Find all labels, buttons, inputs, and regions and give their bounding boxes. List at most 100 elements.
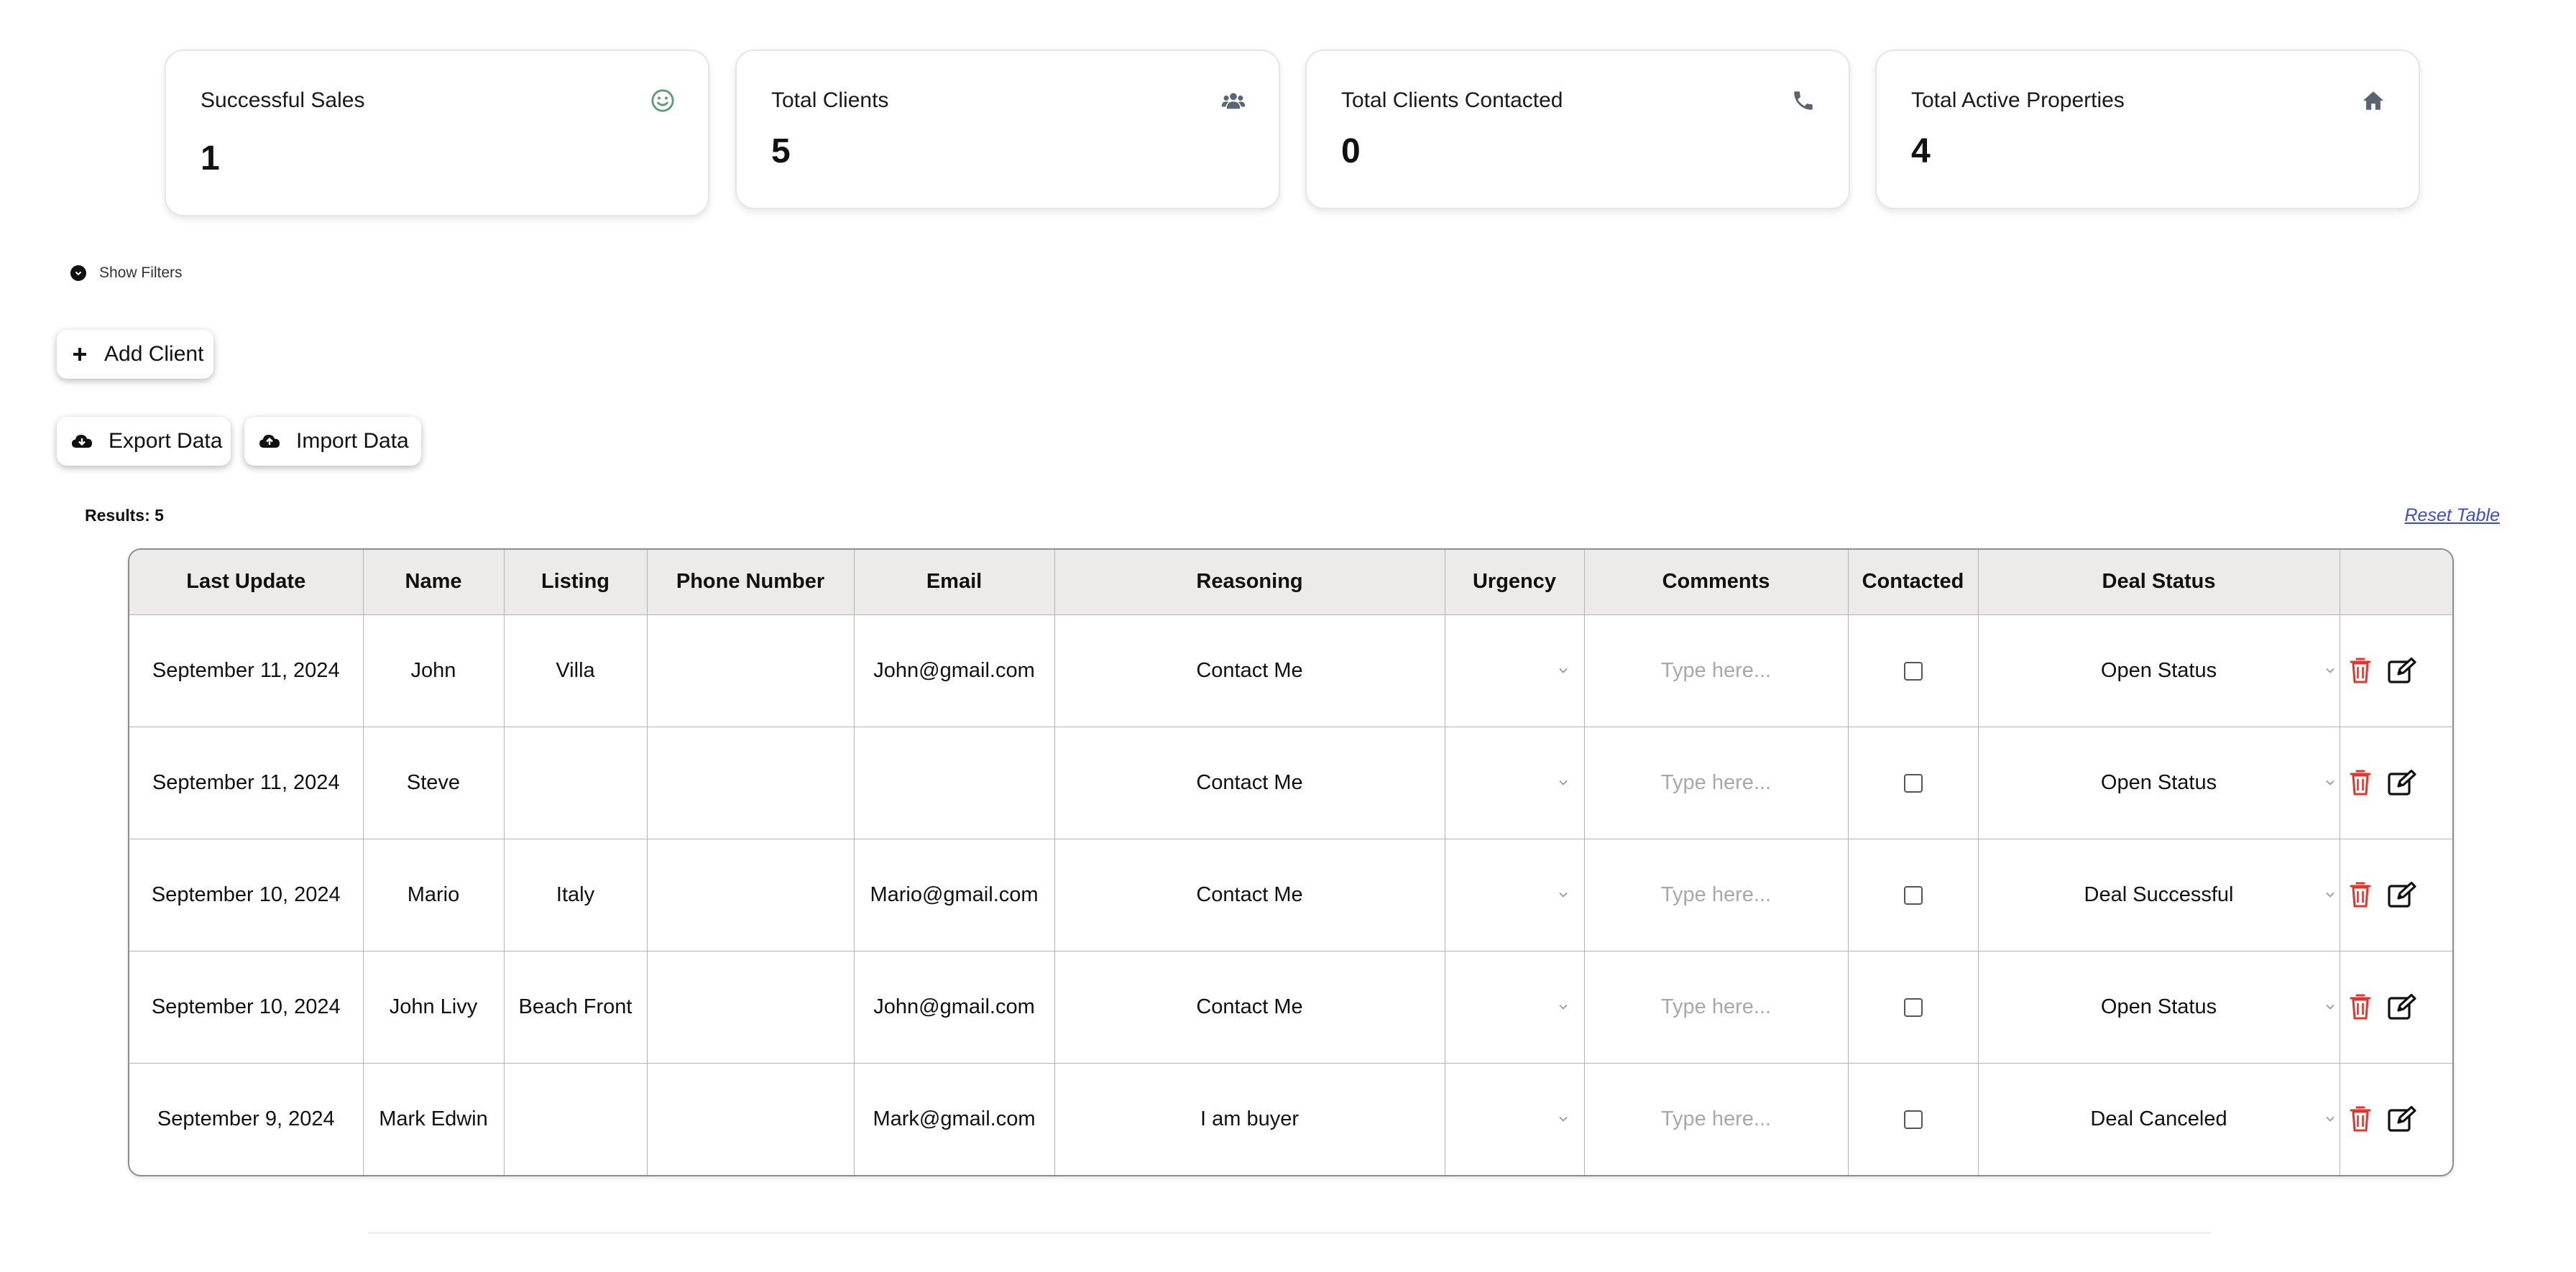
column-header[interactable]: Name xyxy=(362,550,505,615)
table-row: September 9, 2024 Mark Edwin Mark@gmail.… xyxy=(129,1062,2452,1175)
reset-table-link[interactable]: Reset Table xyxy=(2405,505,2501,526)
cell-email: John@gmail.com xyxy=(853,614,1055,727)
cell-email: John@gmail.com xyxy=(853,950,1055,1064)
comments-input[interactable]: Type here... xyxy=(1583,614,1849,727)
edit-icon[interactable] xyxy=(2387,658,2416,683)
comments-input[interactable]: Type here... xyxy=(1583,1062,1849,1175)
contacted-checkbox[interactable] xyxy=(1903,885,1923,905)
cell-actions xyxy=(2339,614,2452,727)
cell-actions xyxy=(2339,1062,2452,1175)
column-header[interactable]: Listing xyxy=(503,550,648,615)
cell-phone xyxy=(646,726,855,839)
chevron-down-icon xyxy=(2325,780,2334,785)
column-header[interactable]: Phone Number xyxy=(646,550,855,615)
cell-reasoning: I am buyer xyxy=(1054,1062,1445,1175)
cell-reasoning: Contact Me xyxy=(1054,726,1445,839)
table-header-row: Last Update Name Listing Phone Number Em… xyxy=(129,550,2452,615)
cell-name: John xyxy=(362,614,505,727)
stat-label: Total Active Properties xyxy=(1911,88,2125,112)
home-icon xyxy=(2363,91,2384,110)
client-dashboard: Successful Sales 1 Total Clients 5 Total… xyxy=(0,0,2576,1272)
urgency-select[interactable] xyxy=(1444,726,1585,839)
stat-label: Total Clients Contacted xyxy=(1341,88,1563,112)
cell-name: Mark Edwin xyxy=(362,1062,505,1175)
import-data-button[interactable]: Import Data xyxy=(244,417,421,466)
column-header[interactable]: Reasoning xyxy=(1054,550,1445,615)
stat-value: 4 xyxy=(1911,132,1931,170)
column-header[interactable]: Deal Status xyxy=(1977,550,2340,615)
table-row: September 10, 2024 Mario Italy Mario@gma… xyxy=(129,838,2452,951)
cell-email xyxy=(853,726,1055,839)
column-header[interactable]: Last Update xyxy=(129,550,364,615)
table-row: September 11, 2024 John Villa John@gmail… xyxy=(129,614,2452,727)
deal-status-select[interactable]: Open Status xyxy=(1977,614,2340,727)
cell-name: John Livy xyxy=(362,950,505,1064)
table-row: September 10, 2024 John Livy Beach Front… xyxy=(129,950,2452,1064)
trash-icon[interactable] xyxy=(2349,993,2372,1020)
contacted-checkbox[interactable] xyxy=(1903,997,1923,1017)
stat-card-clients-contacted: Total Clients Contacted 0 xyxy=(1305,50,1850,209)
urgency-select[interactable] xyxy=(1444,838,1585,951)
cell-reasoning: Contact Me xyxy=(1054,614,1445,727)
cell-reasoning: Contact Me xyxy=(1054,950,1445,1064)
contacted-checkbox[interactable] xyxy=(1903,661,1923,681)
edit-icon[interactable] xyxy=(2387,882,2416,908)
column-header[interactable]: Urgency xyxy=(1444,550,1585,615)
comments-input[interactable]: Type here... xyxy=(1583,726,1849,839)
urgency-select[interactable] xyxy=(1444,950,1585,1064)
show-filters-label: Show Filters xyxy=(99,264,183,281)
results-count: Results: 5 xyxy=(85,506,164,525)
cell-last-update: September 11, 2024 xyxy=(129,614,364,727)
show-filters-toggle[interactable]: Show Filters xyxy=(70,264,183,282)
trash-icon[interactable] xyxy=(2349,657,2372,684)
clients-table: Last Update Name Listing Phone Number Em… xyxy=(128,548,2454,1176)
deal-status-value: Open Status xyxy=(2100,995,2217,1018)
deal-status-select[interactable]: Open Status xyxy=(1977,726,2340,839)
cell-last-update: September 9, 2024 xyxy=(129,1062,364,1175)
plus-icon xyxy=(73,348,86,361)
contacted-checkbox[interactable] xyxy=(1903,773,1923,793)
cell-phone xyxy=(646,950,855,1064)
trash-icon[interactable] xyxy=(2349,1105,2372,1133)
deal-status-select[interactable]: Deal Canceled xyxy=(1977,1062,2340,1175)
cell-actions xyxy=(2339,838,2452,951)
column-header[interactable]: Contacted xyxy=(1847,550,1979,615)
stat-value: 5 xyxy=(771,132,791,170)
stat-card-successful-sales: Successful Sales 1 xyxy=(165,50,709,216)
column-header[interactable]: Email xyxy=(853,550,1055,615)
deal-status-select[interactable]: Deal Successful xyxy=(1977,838,2340,951)
comments-input[interactable]: Type here... xyxy=(1583,838,1849,951)
stat-label: Total Clients xyxy=(771,88,889,112)
chevron-down-icon xyxy=(1558,892,1568,898)
add-client-button[interactable]: Add Client xyxy=(57,330,213,379)
cell-listing xyxy=(503,1062,648,1175)
cell-last-update: September 10, 2024 xyxy=(129,838,364,951)
urgency-select[interactable] xyxy=(1444,1062,1585,1175)
edit-icon[interactable] xyxy=(2387,770,2416,796)
cell-listing: Italy xyxy=(503,838,648,951)
column-header[interactable]: Comments xyxy=(1583,550,1849,615)
contacted-checkbox[interactable] xyxy=(1903,1110,1923,1130)
deal-status-value: Deal Canceled xyxy=(2090,1107,2227,1130)
deal-status-select[interactable]: Open Status xyxy=(1977,950,2340,1064)
chevron-down-icon xyxy=(2325,892,2334,898)
cell-email: Mario@gmail.com xyxy=(853,838,1055,951)
urgency-select[interactable] xyxy=(1444,614,1585,727)
add-client-label: Add Client xyxy=(104,342,204,366)
chevron-down-icon xyxy=(1558,1117,1568,1123)
cell-contacted xyxy=(1847,614,1979,727)
edit-icon[interactable] xyxy=(2387,1106,2416,1132)
deal-status-value: Open Status xyxy=(2100,658,2217,682)
trash-icon[interactable] xyxy=(2349,769,2372,796)
edit-icon[interactable] xyxy=(2387,994,2416,1020)
stat-value: 0 xyxy=(1341,132,1361,170)
column-header-actions xyxy=(2339,550,2452,615)
export-data-button[interactable]: Export Data xyxy=(57,417,231,466)
stat-value: 1 xyxy=(201,139,220,178)
trash-icon[interactable] xyxy=(2349,881,2372,908)
cell-name: Steve xyxy=(362,726,505,839)
cell-email: Mark@gmail.com xyxy=(853,1062,1055,1175)
comments-input[interactable]: Type here... xyxy=(1583,950,1849,1064)
deal-status-value: Open Status xyxy=(2100,770,2217,794)
chevron-down-icon xyxy=(2325,1117,2334,1123)
